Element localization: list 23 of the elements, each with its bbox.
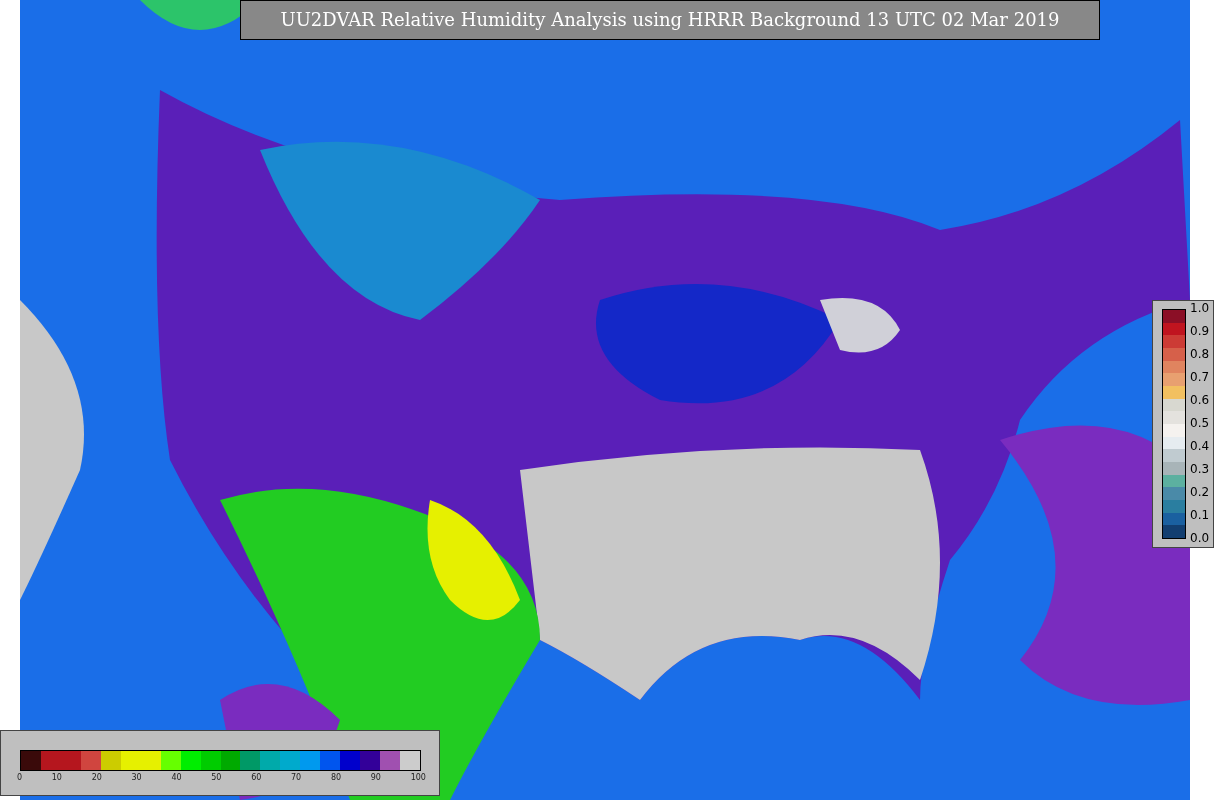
tick-label: 70 — [291, 773, 302, 782]
tick-label: 60 — [251, 773, 262, 782]
tick-label: 30 — [131, 773, 142, 782]
tick-label: 100 — [410, 773, 426, 782]
tick-label: 20 — [91, 773, 102, 782]
tick-label: 0.3 — [1190, 462, 1210, 476]
map-title: UU2DVAR Relative Humidity Analysis using HRRR Background 13 UTC 02 Mar 2019 — [240, 0, 1100, 40]
tick-label: 50 — [211, 773, 222, 782]
tick-label: 1.0 — [1190, 301, 1210, 315]
tick-label: 0.0 — [1190, 531, 1210, 545]
tick-label: 0.6 — [1190, 393, 1210, 407]
tick-label: 90 — [370, 773, 381, 782]
tick-label: 80 — [330, 773, 342, 782]
tick-label: 10 — [51, 773, 62, 782]
tick-label: 0.9 — [1190, 324, 1210, 338]
tick-label: 0.2 — [1190, 485, 1210, 499]
tick-label: 0.5 — [1190, 416, 1210, 430]
tick-label: 0.4 — [1190, 439, 1210, 453]
tick-label: 0.8 — [1190, 347, 1210, 361]
tick-label: 0 — [17, 773, 23, 782]
tick-label: 40 — [171, 773, 182, 782]
tick-label: 0.1 — [1190, 508, 1210, 522]
tick-label: 0.7 — [1190, 370, 1210, 384]
